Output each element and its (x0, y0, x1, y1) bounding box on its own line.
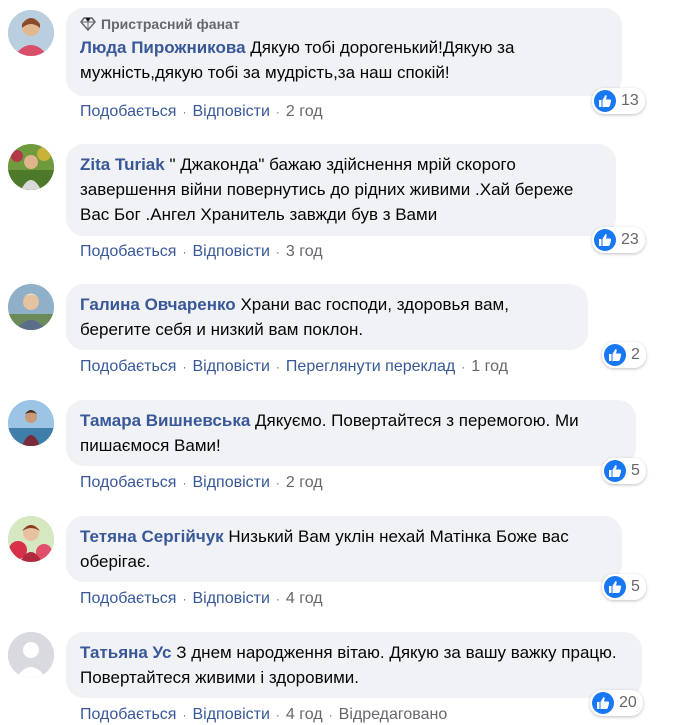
like-button[interactable]: Подобається (80, 103, 176, 121)
comment-author[interactable]: Тамара Вишневська (80, 411, 250, 430)
comment-actions: Подобається · Відповісти · 2 год (80, 474, 323, 492)
separator-dot: · (182, 105, 187, 119)
like-button[interactable]: Подобається (80, 590, 176, 608)
timestamp[interactable]: 4 год (286, 590, 323, 608)
reaction-count[interactable]: 2 (602, 342, 646, 368)
separator-dot: · (275, 592, 280, 606)
avatar[interactable] (8, 10, 54, 56)
like-count: 5 (631, 578, 640, 595)
like-button[interactable]: Подобається (80, 243, 176, 261)
comment-body: Zita Turiak " Джаконда" бажаю здійснення… (80, 152, 602, 227)
timestamp[interactable]: 4 год (286, 706, 323, 724)
comment-author[interactable]: Галина Овчаренко (80, 295, 236, 314)
avatar[interactable] (8, 400, 54, 446)
avatar[interactable] (8, 284, 54, 330)
reply-button[interactable]: Відповісти (192, 706, 269, 724)
comment-author[interactable]: Тетяна Сергійчук (80, 527, 224, 546)
like-reaction-icon (604, 460, 626, 482)
comment-actions: Подобається · Відповісти · 4 год (80, 590, 323, 608)
like-count: 23 (621, 231, 639, 248)
comment-bubble: Галина Овчаренко Храни вас господи, здор… (66, 284, 588, 350)
separator-dot: · (182, 476, 187, 490)
top-fan-label: Пристрасний фанат (101, 16, 240, 32)
separator-dot: · (275, 105, 280, 119)
see-translation-button[interactable]: Переглянути переклад (286, 358, 455, 376)
comment-bubble: Пристрасний фанат Люда Пирожникова Дякую… (66, 8, 622, 96)
reply-button[interactable]: Відповісти (192, 474, 269, 492)
separator-dot: · (275, 360, 280, 374)
timestamp[interactable]: 2 год (286, 474, 323, 492)
comment-body: Тетяна Сергійчук Низький Вам уклін нехай… (80, 524, 608, 574)
comment-body: Татьяна Ус З днем народження вітаю. Дяку… (80, 640, 628, 690)
separator-dot: · (182, 245, 187, 259)
like-count: 5 (631, 462, 640, 479)
like-button[interactable]: Подобається (80, 706, 176, 724)
like-reaction-icon (594, 229, 616, 251)
avatar[interactable] (8, 516, 54, 562)
comment-bubble: Татьяна Ус З днем народження вітаю. Дяку… (66, 632, 642, 698)
comment-body: Тамара Вишневська Дякуємо. Повертайтеся … (80, 408, 622, 458)
avatar[interactable] (8, 632, 54, 678)
diamond-icon (80, 17, 96, 32)
like-reaction-icon (604, 344, 626, 366)
separator-dot: · (275, 245, 280, 259)
timestamp[interactable]: 2 год (286, 103, 323, 121)
separator-dot: · (275, 476, 280, 490)
comment-author[interactable]: Люда Пирожникова (80, 38, 246, 57)
comment-bubble: Zita Turiak " Джаконда" бажаю здійснення… (66, 144, 616, 236)
separator-dot: · (275, 708, 280, 722)
comment-author[interactable]: Татьяна Ус (80, 643, 172, 662)
comment-body: Люда Пирожникова Дякую тобі дорогенький!… (80, 35, 608, 85)
reaction-count[interactable]: 13 (592, 88, 645, 114)
comment-actions: Подобається · Відповісти · Переглянути п… (80, 358, 508, 376)
like-button[interactable]: Подобається (80, 358, 176, 376)
comment-author[interactable]: Zita Turiak (80, 155, 165, 174)
separator-dot: · (182, 592, 187, 606)
like-reaction-icon (592, 692, 614, 714)
like-button[interactable]: Подобається (80, 474, 176, 492)
reply-button[interactable]: Відповісти (192, 103, 269, 121)
reply-button[interactable]: Відповісти (192, 590, 269, 608)
avatar[interactable] (8, 144, 54, 190)
comment-bubble: Тетяна Сергійчук Низький Вам уклін нехай… (66, 516, 622, 582)
comment-bubble: Тамара Вишневська Дякуємо. Повертайтеся … (66, 400, 636, 466)
like-count: 13 (621, 92, 639, 109)
separator-dot: · (328, 708, 333, 722)
reply-button[interactable]: Відповісти (192, 358, 269, 376)
reply-button[interactable]: Відповісти (192, 243, 269, 261)
reaction-count[interactable]: 23 (592, 227, 645, 253)
edited-label[interactable]: Відредаговано (339, 706, 448, 724)
timestamp[interactable]: 3 год (286, 243, 323, 261)
top-fan-badge: Пристрасний фанат (80, 16, 608, 32)
separator-dot: · (461, 360, 466, 374)
separator-dot: · (182, 360, 187, 374)
comment-actions: Подобається · Відповісти · 4 год · Відре… (80, 706, 447, 724)
like-reaction-icon (604, 576, 626, 598)
timestamp[interactable]: 1 год (471, 358, 508, 376)
like-reaction-icon (594, 90, 616, 112)
comment-actions: Подобається · Відповісти · 3 год (80, 243, 323, 261)
separator-dot: · (182, 708, 187, 722)
comment-actions: Подобається · Відповісти · 2 год (80, 103, 323, 121)
reaction-count[interactable]: 5 (602, 574, 646, 600)
like-count: 2 (631, 346, 640, 363)
reaction-count[interactable]: 20 (590, 690, 643, 716)
like-count: 20 (619, 694, 637, 711)
comment-body: Галина Овчаренко Храни вас господи, здор… (80, 292, 574, 342)
reaction-count[interactable]: 5 (602, 458, 646, 484)
